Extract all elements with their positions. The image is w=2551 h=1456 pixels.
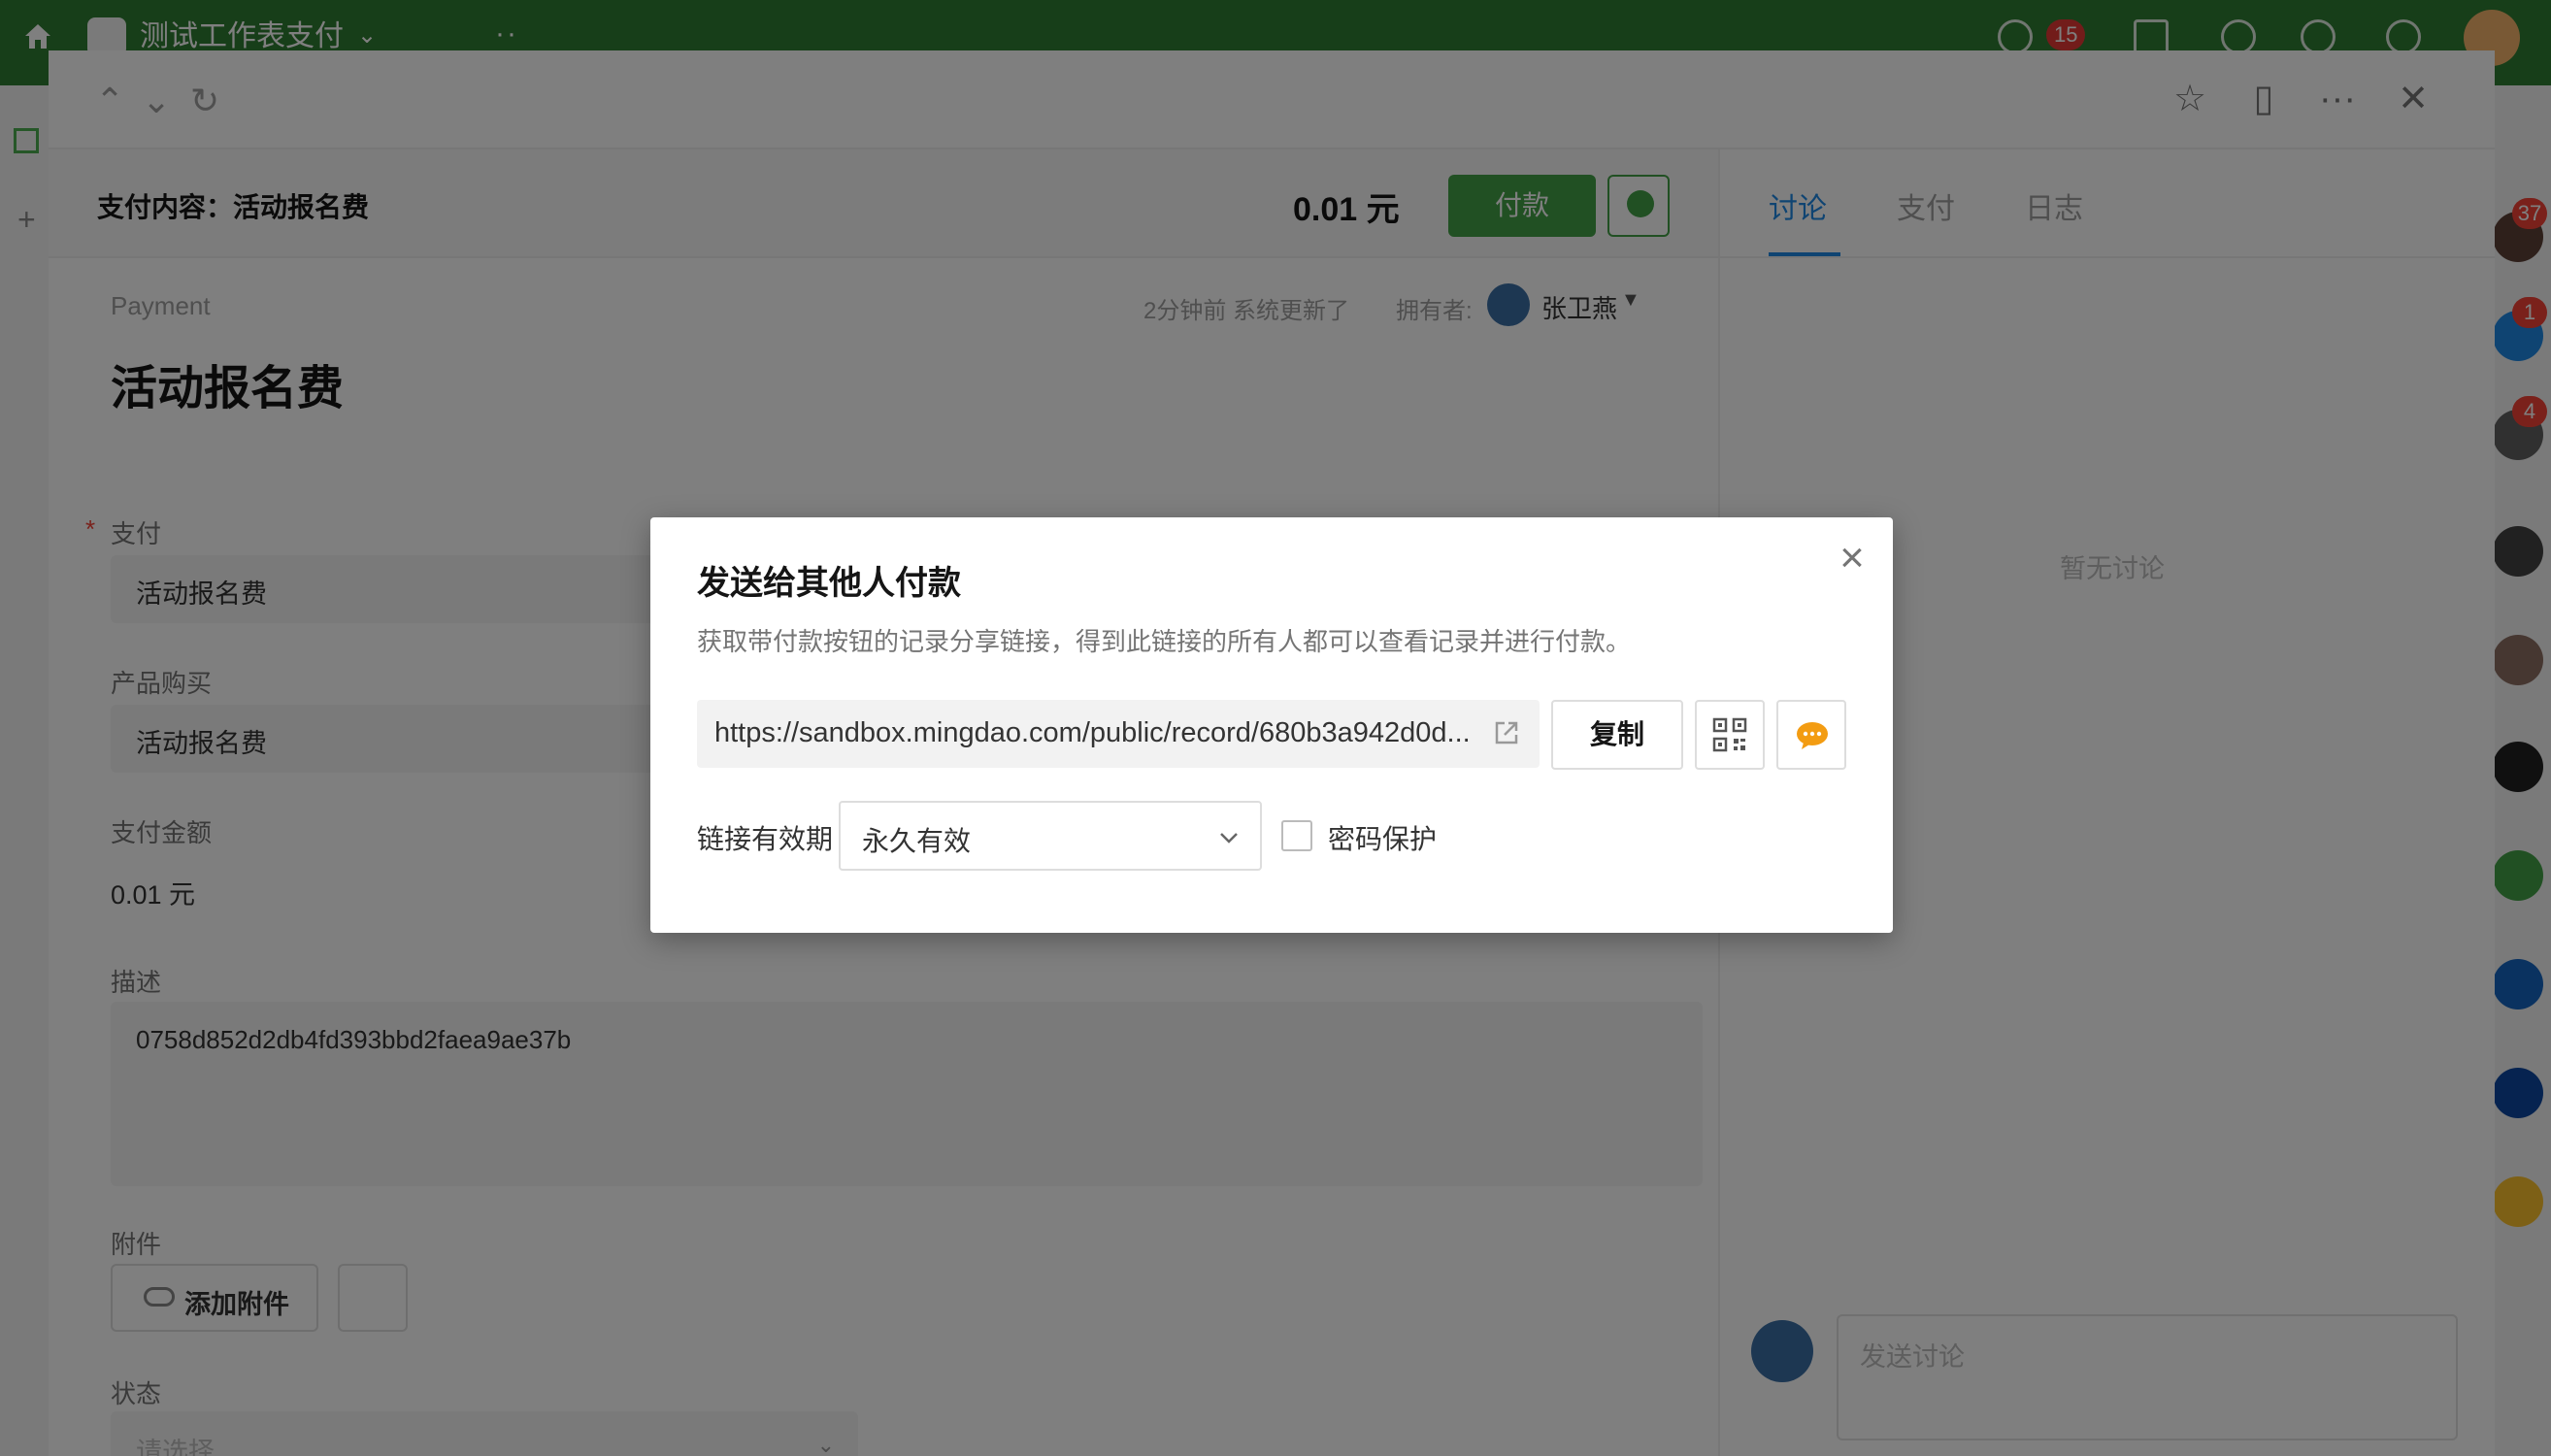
- validity-value: 永久有效: [862, 826, 972, 856]
- share-link-url: https://sandbox.mingdao.com/public/recor…: [714, 717, 1471, 748]
- chat-bubble-icon: [1797, 722, 1828, 749]
- dialog-title: 发送给其他人付款: [697, 565, 961, 602]
- dialog-description: 获取带付款按钮的记录分享链接，得到此链接的所有人都可以查看记录并进行付款。: [697, 627, 1632, 656]
- password-protection-label[interactable]: 密码保护: [1328, 818, 1437, 857]
- qr-code-button[interactable]: [1695, 700, 1765, 770]
- copy-button[interactable]: 复制: [1551, 700, 1683, 770]
- chevron-down-icon: [1220, 833, 1238, 844]
- external-link-icon[interactable]: [1491, 717, 1522, 748]
- validity-select[interactable]: 永久有效: [839, 801, 1262, 871]
- password-protection-checkbox[interactable]: [1281, 820, 1312, 851]
- share-payment-dialog: 发送给其他人付款 × 获取带付款按钮的记录分享链接，得到此链接的所有人都可以查看…: [650, 517, 1893, 933]
- share-link-field[interactable]: https://sandbox.mingdao.com/public/recor…: [697, 700, 1540, 768]
- validity-label: 链接有效期: [697, 824, 834, 854]
- close-icon[interactable]: ×: [1831, 537, 1873, 579]
- send-message-button[interactable]: [1776, 700, 1846, 770]
- qr-code-icon: [1712, 717, 1747, 752]
